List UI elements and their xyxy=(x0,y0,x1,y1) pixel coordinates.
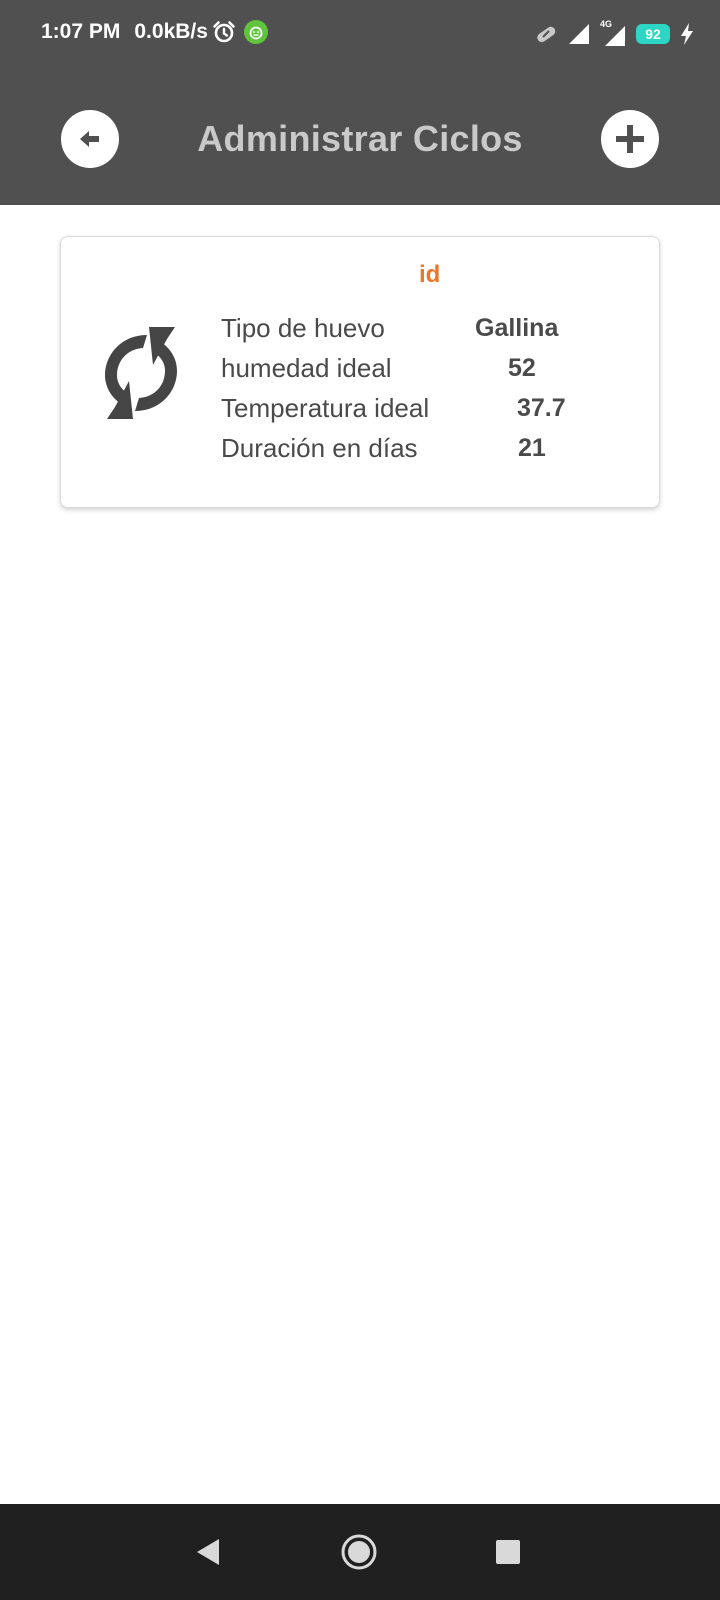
field-label-humidity: humedad ideal xyxy=(221,353,392,383)
charging-icon xyxy=(681,23,693,45)
status-right-group: 4G 92 xyxy=(524,19,694,46)
field-label-duration: Duración en días xyxy=(221,433,418,463)
plus-icon xyxy=(616,125,644,153)
field-value-duration: 21 xyxy=(518,434,546,462)
alarm-icon xyxy=(213,21,235,43)
nav-home-button[interactable] xyxy=(337,1530,381,1574)
status-time: 1:07 PM xyxy=(41,20,121,43)
link-icon xyxy=(537,26,556,43)
cycle-card[interactable]: id Tipo de huevo Gallina humedad ideal 5… xyxy=(60,236,660,508)
back-triangle-icon xyxy=(197,1539,219,1565)
field-label-egg-type: Tipo de huevo xyxy=(221,313,385,343)
home-circle-icon xyxy=(341,1534,377,1570)
cycle-id-label: id xyxy=(419,261,441,288)
battery-icon: 92 xyxy=(636,24,670,44)
nav-back-button[interactable] xyxy=(186,1530,230,1574)
signal-4g-icon xyxy=(605,26,625,46)
signal-4g-indicator: 4G xyxy=(600,19,626,46)
signal-icon xyxy=(569,24,589,44)
app-toolbar: Administrar Ciclos xyxy=(0,70,720,205)
field-label-temperature: Temperatura ideal xyxy=(221,393,430,423)
network-speed: 0.0kB/s xyxy=(134,20,208,43)
add-cycle-button[interactable] xyxy=(601,110,659,168)
app-notification-icon xyxy=(243,20,268,44)
recents-square-icon xyxy=(496,1540,520,1564)
field-value-egg-type: Gallina xyxy=(475,314,559,342)
field-value-humidity: 52 xyxy=(508,354,536,382)
status-bar: 1:07 PM 0.0kB/s 4G 92 xyxy=(0,0,720,70)
system-navigation-bar xyxy=(0,1504,720,1600)
sync-icon xyxy=(105,327,177,419)
status-left-group: 1:07 PM 0.0kB/s xyxy=(41,20,268,44)
nav-recents-button[interactable] xyxy=(486,1530,530,1574)
field-value-temperature: 37.7 xyxy=(517,394,566,422)
